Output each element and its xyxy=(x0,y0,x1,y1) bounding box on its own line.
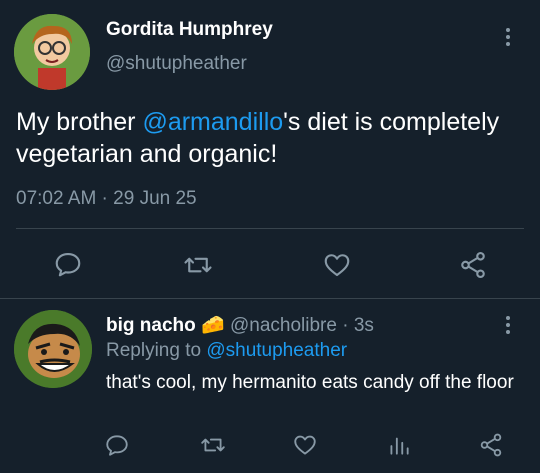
reply-like-button[interactable] xyxy=(292,432,318,458)
tweet-separator xyxy=(0,298,540,299)
reply-views-button[interactable] xyxy=(386,432,412,458)
share-icon xyxy=(480,433,502,457)
main-retweet-button[interactable] xyxy=(183,250,213,280)
main-reply-button[interactable] xyxy=(53,249,83,279)
reply-tweet-text: that's cool, my hermanito eats candy off… xyxy=(106,372,514,393)
reply-author-handle[interactable]: @nacholibre xyxy=(230,315,337,336)
share-icon xyxy=(461,251,485,279)
reply-author-name[interactable]: big nacho xyxy=(106,315,196,336)
main-author-name[interactable]: Gordita Humphrey xyxy=(106,19,273,41)
divider xyxy=(16,228,524,229)
reply-author-avatar[interactable] xyxy=(14,310,92,388)
reply-author-line: big nacho 🧀 @nacholibre · 3s xyxy=(106,313,374,337)
replying-to-line: Replying to @shutupheather xyxy=(106,340,347,362)
reply-tweet-more-icon[interactable] xyxy=(506,316,510,337)
heart-icon xyxy=(294,435,316,455)
speech-bubble-icon xyxy=(55,252,81,277)
reply-retweet-button[interactable] xyxy=(200,432,226,458)
cheese-emoji: 🧀 xyxy=(201,315,225,336)
heart-icon xyxy=(324,254,350,277)
gordita-avatar-image xyxy=(14,14,90,90)
main-tweet-mention-link[interactable]: @armandillo xyxy=(142,108,283,136)
replying-to-prefix: Replying to xyxy=(106,340,207,361)
speech-bubble-icon xyxy=(106,435,128,456)
main-tweet-text-start: My brother xyxy=(16,108,143,136)
main-share-button[interactable] xyxy=(458,250,488,280)
main-like-button[interactable] xyxy=(322,250,352,280)
replying-to-link[interactable]: @shutupheather xyxy=(206,340,347,361)
big-nacho-avatar-image xyxy=(14,310,92,388)
main-tweet-timestamp[interactable]: 07:02 AM · 29 Jun 25 xyxy=(16,188,197,210)
reply-reply-button[interactable] xyxy=(104,432,130,458)
bar-chart-icon xyxy=(390,437,409,455)
retweet-icon xyxy=(201,438,225,452)
main-author-handle[interactable]: @shutupheather xyxy=(106,53,247,75)
main-author-avatar[interactable] xyxy=(14,14,90,90)
reply-share-button[interactable] xyxy=(478,432,504,458)
reply-time-ago: · 3s xyxy=(342,315,374,336)
main-tweet-more-icon[interactable] xyxy=(506,28,510,49)
main-tweet-text: My brother @armandillo's diet is complet… xyxy=(16,106,516,170)
retweet-icon xyxy=(184,257,212,273)
